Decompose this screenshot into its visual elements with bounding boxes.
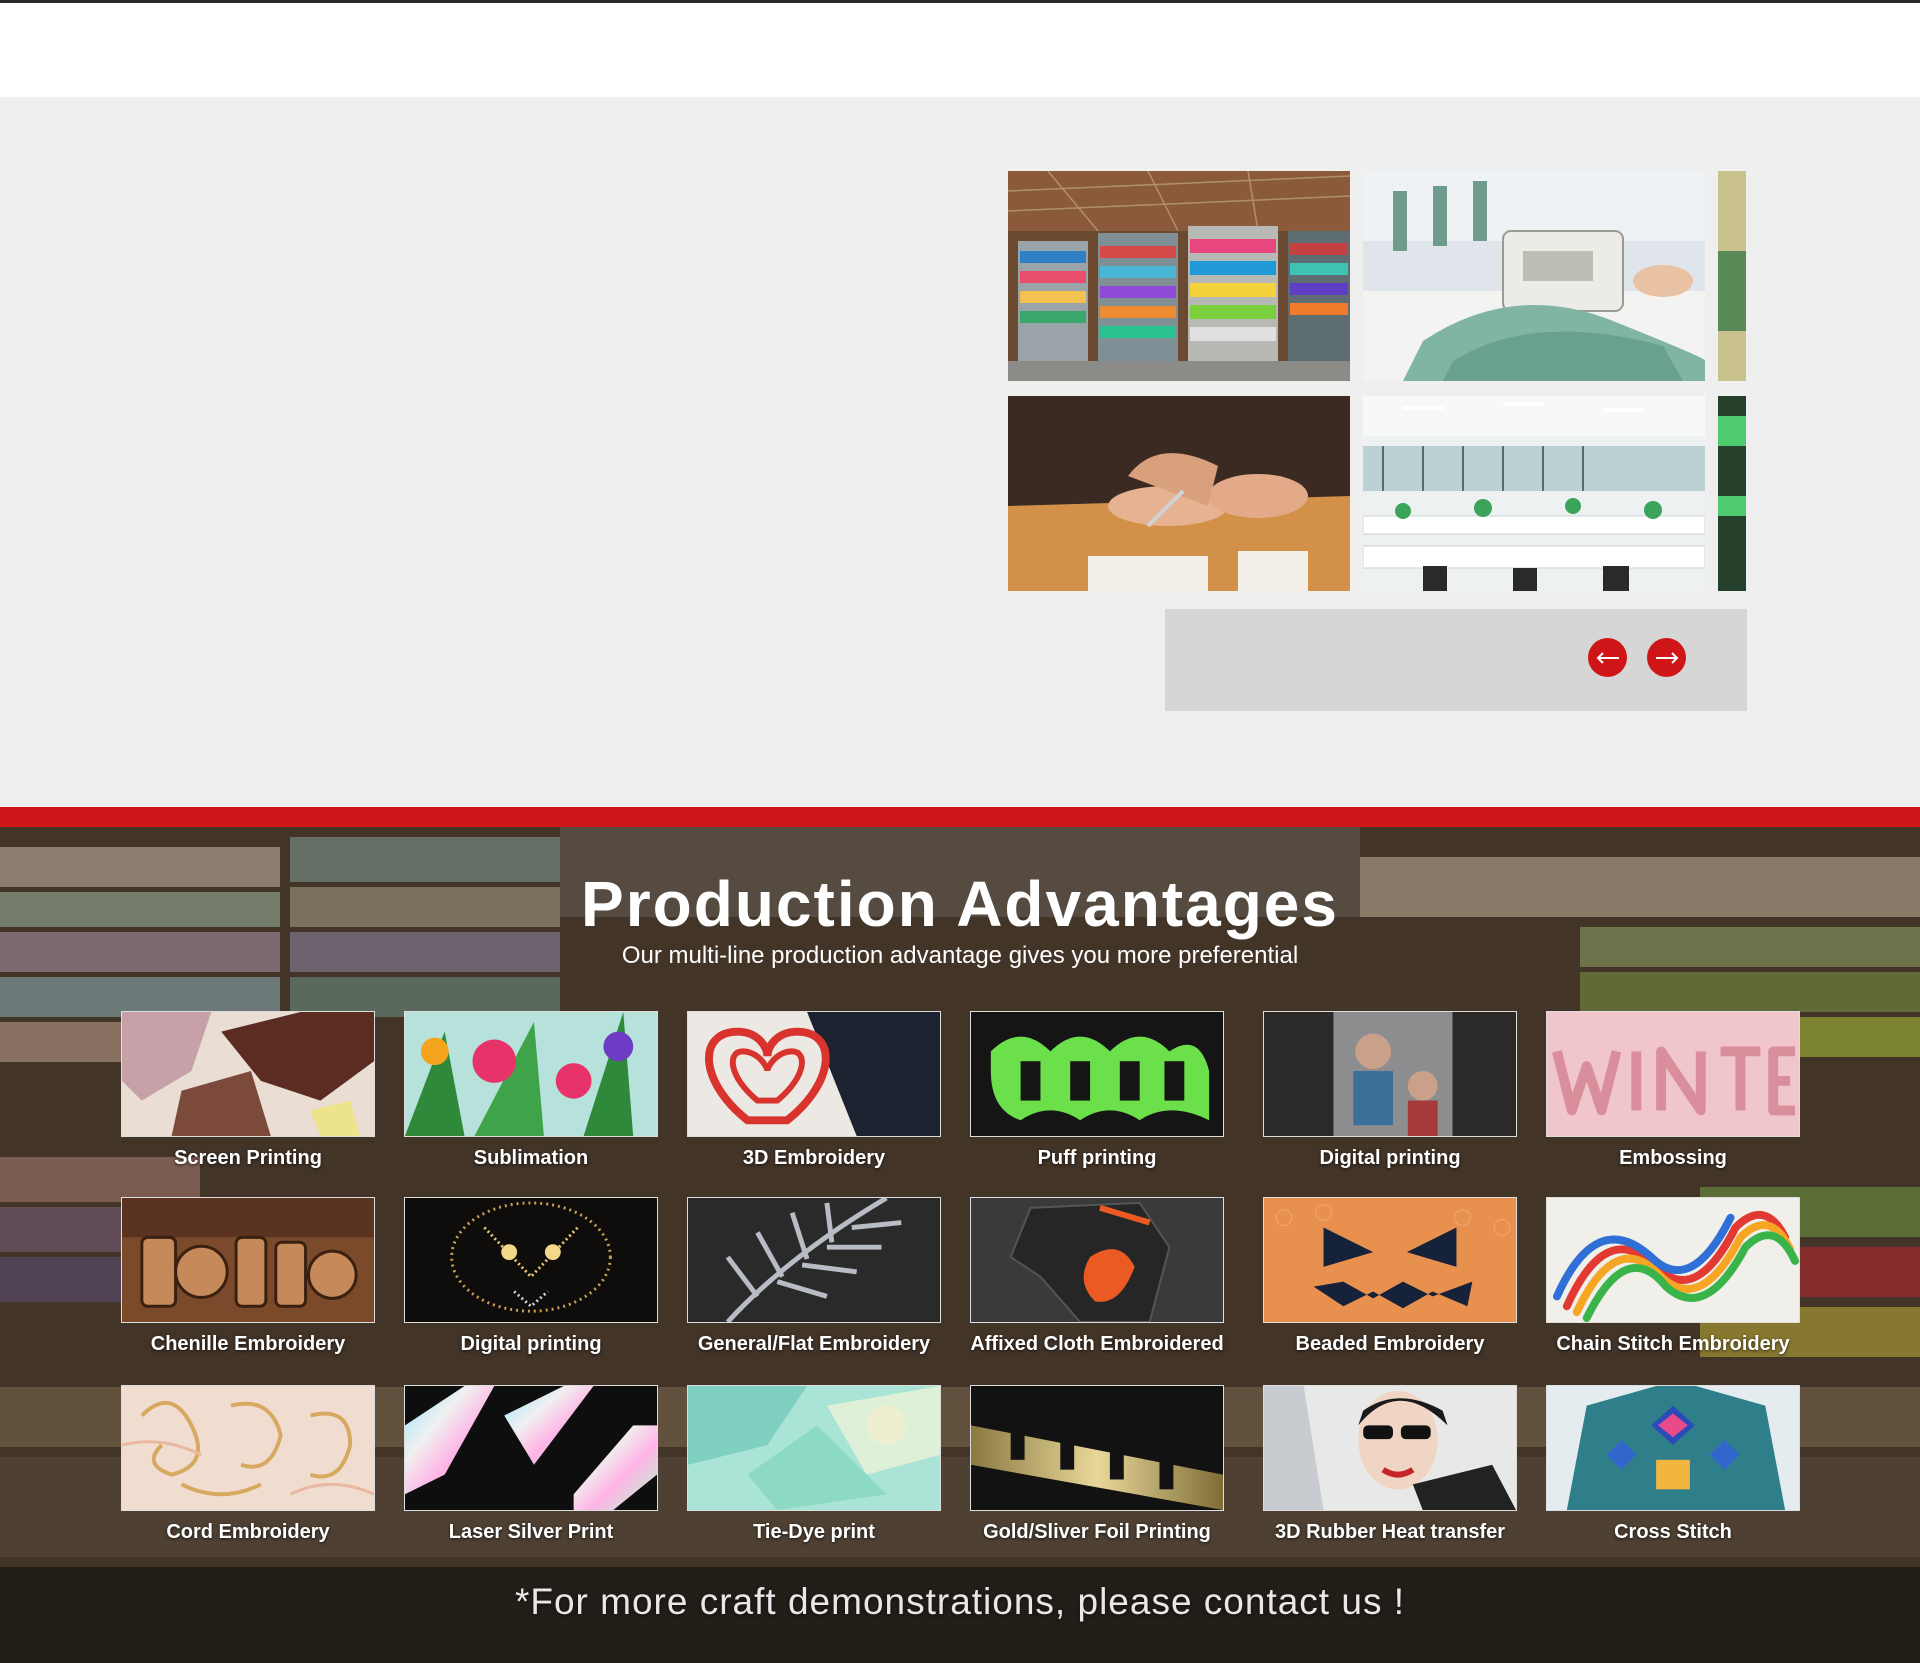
craft-label: Beaded Embroidery xyxy=(1295,1333,1485,1355)
craft-card[interactable]: Affixed Cloth Embroidered xyxy=(970,1197,1224,1356)
section-divider-band xyxy=(0,807,1920,827)
craft-label: General/Flat Embroidery xyxy=(697,1333,931,1355)
craft-label: Gold/Sliver Foil Printing xyxy=(983,1521,1211,1543)
cross-stitch-image xyxy=(1546,1385,1800,1511)
craft-label: Cross Stitch xyxy=(1614,1521,1732,1543)
sublimation-image xyxy=(404,1011,658,1137)
section-subtitle: Our multi-line production advantage give… xyxy=(621,942,1299,969)
arrow-right-icon xyxy=(1655,651,1678,664)
craft-label: Chain Stitch Embroidery xyxy=(1556,1333,1790,1355)
craft-card[interactable]: 3D Embroidery xyxy=(687,1011,941,1170)
arrow-left-icon xyxy=(1596,651,1619,664)
tie-dye-print-image xyxy=(687,1385,941,1511)
chain-stitch-embroidery-image xyxy=(1546,1197,1800,1323)
screen-printing-image xyxy=(121,1011,375,1137)
chenille-embroidery-image xyxy=(121,1197,375,1323)
craft-card[interactable]: Chain Stitch Embroidery xyxy=(1546,1197,1800,1356)
flat-embroidery-image xyxy=(687,1197,941,1323)
pattern-cutting-photo[interactable] xyxy=(1008,396,1350,591)
production-advantages-section: Production Advantages Our multi-line pro… xyxy=(0,827,1920,1663)
craft-card[interactable]: Sublimation xyxy=(404,1011,658,1170)
craft-label: Tie-Dye print xyxy=(753,1521,875,1543)
factory-photo-carousel xyxy=(1008,171,1746,591)
craft-card[interactable]: Beaded Embroidery xyxy=(1263,1197,1517,1356)
craft-card[interactable]: Gold/Sliver Foil Printing xyxy=(970,1385,1224,1544)
embossing-image xyxy=(1546,1011,1800,1137)
craft-card[interactable]: Tie-Dye print xyxy=(687,1385,941,1544)
office-workspace-photo[interactable] xyxy=(1363,396,1705,591)
craft-card[interactable]: General/Flat Embroidery xyxy=(687,1197,941,1356)
beaded-embroidery-image xyxy=(1263,1197,1517,1323)
craft-card[interactable]: Puff printing xyxy=(970,1011,1224,1170)
header-area xyxy=(0,3,1920,97)
puff-printing-image xyxy=(970,1011,1224,1137)
craft-label: Screen Printing xyxy=(174,1147,322,1169)
contact-footnote: *For more craft demonstrations, please c… xyxy=(514,1581,1406,1622)
craft-label: 3D Embroidery xyxy=(742,1147,886,1169)
carousel-controls xyxy=(1165,609,1747,711)
factory-gallery-section xyxy=(0,97,1920,807)
craft-label: 3D Rubber Heat transfer xyxy=(1274,1521,1506,1543)
craft-card[interactable]: Digital printing xyxy=(1263,1011,1517,1170)
digital-printing-image xyxy=(1263,1011,1517,1137)
laser-silver-print-image xyxy=(404,1385,658,1511)
cord-embroidery-image xyxy=(121,1385,375,1511)
carousel-prev-button[interactable] xyxy=(1588,638,1627,677)
craft-card[interactable]: Laser Silver Print xyxy=(404,1385,658,1544)
craft-label: Laser Silver Print xyxy=(448,1521,614,1543)
sewing-machine-photo[interactable] xyxy=(1363,171,1705,381)
craft-label: Digital printing xyxy=(460,1333,602,1355)
3d-rubber-heat-transfer-image xyxy=(1263,1385,1517,1511)
rhinestone-digital-printing-image xyxy=(404,1197,658,1323)
craft-label: Digital printing xyxy=(1319,1147,1461,1169)
gallery-next-photo-peek-2 xyxy=(1718,396,1746,591)
fabric-warehouse-photo[interactable] xyxy=(1008,171,1350,381)
craft-label: Sublimation xyxy=(473,1147,589,1169)
craft-label: Embossing xyxy=(1619,1147,1727,1169)
craft-label: Puff printing xyxy=(1037,1147,1157,1169)
craft-label: Cord Embroidery xyxy=(166,1521,330,1543)
craft-card[interactable]: Digital printing xyxy=(404,1197,658,1356)
craft-card[interactable]: Embossing xyxy=(1546,1011,1800,1170)
craft-card[interactable]: 3D Rubber Heat transfer xyxy=(1263,1385,1517,1544)
craft-label: Chenille Embroidery xyxy=(150,1333,346,1355)
craft-label: Affixed Cloth Embroidered xyxy=(970,1333,1224,1355)
craft-card[interactable]: Screen Printing xyxy=(121,1011,375,1170)
gallery-next-photo-peek xyxy=(1718,171,1746,381)
craft-card[interactable]: Cross Stitch xyxy=(1546,1385,1800,1544)
carousel-next-button[interactable] xyxy=(1647,638,1686,677)
3d-embroidery-image xyxy=(687,1011,941,1137)
craft-card[interactable]: Cord Embroidery xyxy=(121,1385,375,1544)
affixed-cloth-embroidery-image xyxy=(970,1197,1224,1323)
section-title: Production Advantages xyxy=(581,868,1339,940)
gold-foil-printing-image xyxy=(970,1385,1224,1511)
craft-card[interactable]: Chenille Embroidery xyxy=(121,1197,375,1356)
